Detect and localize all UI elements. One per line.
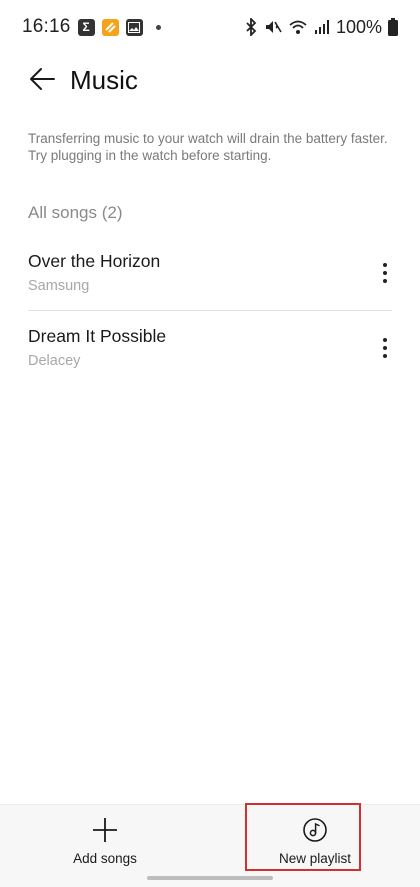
list-item[interactable]: Dream It Possible Delacey [28,310,392,384]
song-title: Dream It Possible [28,326,167,346]
list-item[interactable]: Over the Horizon Samsung [28,236,392,310]
dot-icon [155,24,161,30]
song-artist: Samsung [28,278,90,294]
music-disc-icon [303,818,327,842]
bottom-action-bar: Add songs New playlist [0,804,420,887]
add-songs-label: Add songs [73,851,137,866]
app-header: Music [0,60,420,100]
bluetooth-icon [244,18,258,36]
new-playlist-button[interactable]: New playlist [210,805,420,887]
new-playlist-label: New playlist [278,851,352,866]
home-indicator[interactable] [147,876,273,880]
battery-info-text: Transferring music to your watch will dr… [28,131,388,163]
music-screen: 16:16 Σ 100% Music Transferring music to… [0,0,420,887]
gallery-icon [125,18,143,36]
add-songs-button[interactable]: Add songs [0,805,210,887]
status-left: 16:16 Σ [22,16,161,38]
songs-section-header: All songs (2) [28,203,123,222]
more-options-icon[interactable] [374,260,396,286]
battery-percent: 100% [335,16,382,37]
status-time: 16:16 [22,16,71,37]
page-title: Music [70,65,138,95]
signal-icon [314,19,330,35]
status-right: 100% [244,17,398,38]
battery-icon [388,18,398,36]
sigma-icon: Σ [77,18,95,36]
mute-icon [264,18,282,36]
plus-icon [93,818,117,842]
arrow-left-icon [30,68,55,90]
song-artist: Delacey [28,353,81,369]
back-button[interactable] [26,62,58,96]
more-options-icon[interactable] [374,335,396,361]
orange-app-icon [101,18,119,36]
status-bar: 16:16 Σ 100% [0,0,420,54]
wifi-icon [288,18,308,36]
song-title: Over the Horizon [28,251,161,271]
song-list: Over the Horizon Samsung Dream It Possib… [0,236,420,384]
